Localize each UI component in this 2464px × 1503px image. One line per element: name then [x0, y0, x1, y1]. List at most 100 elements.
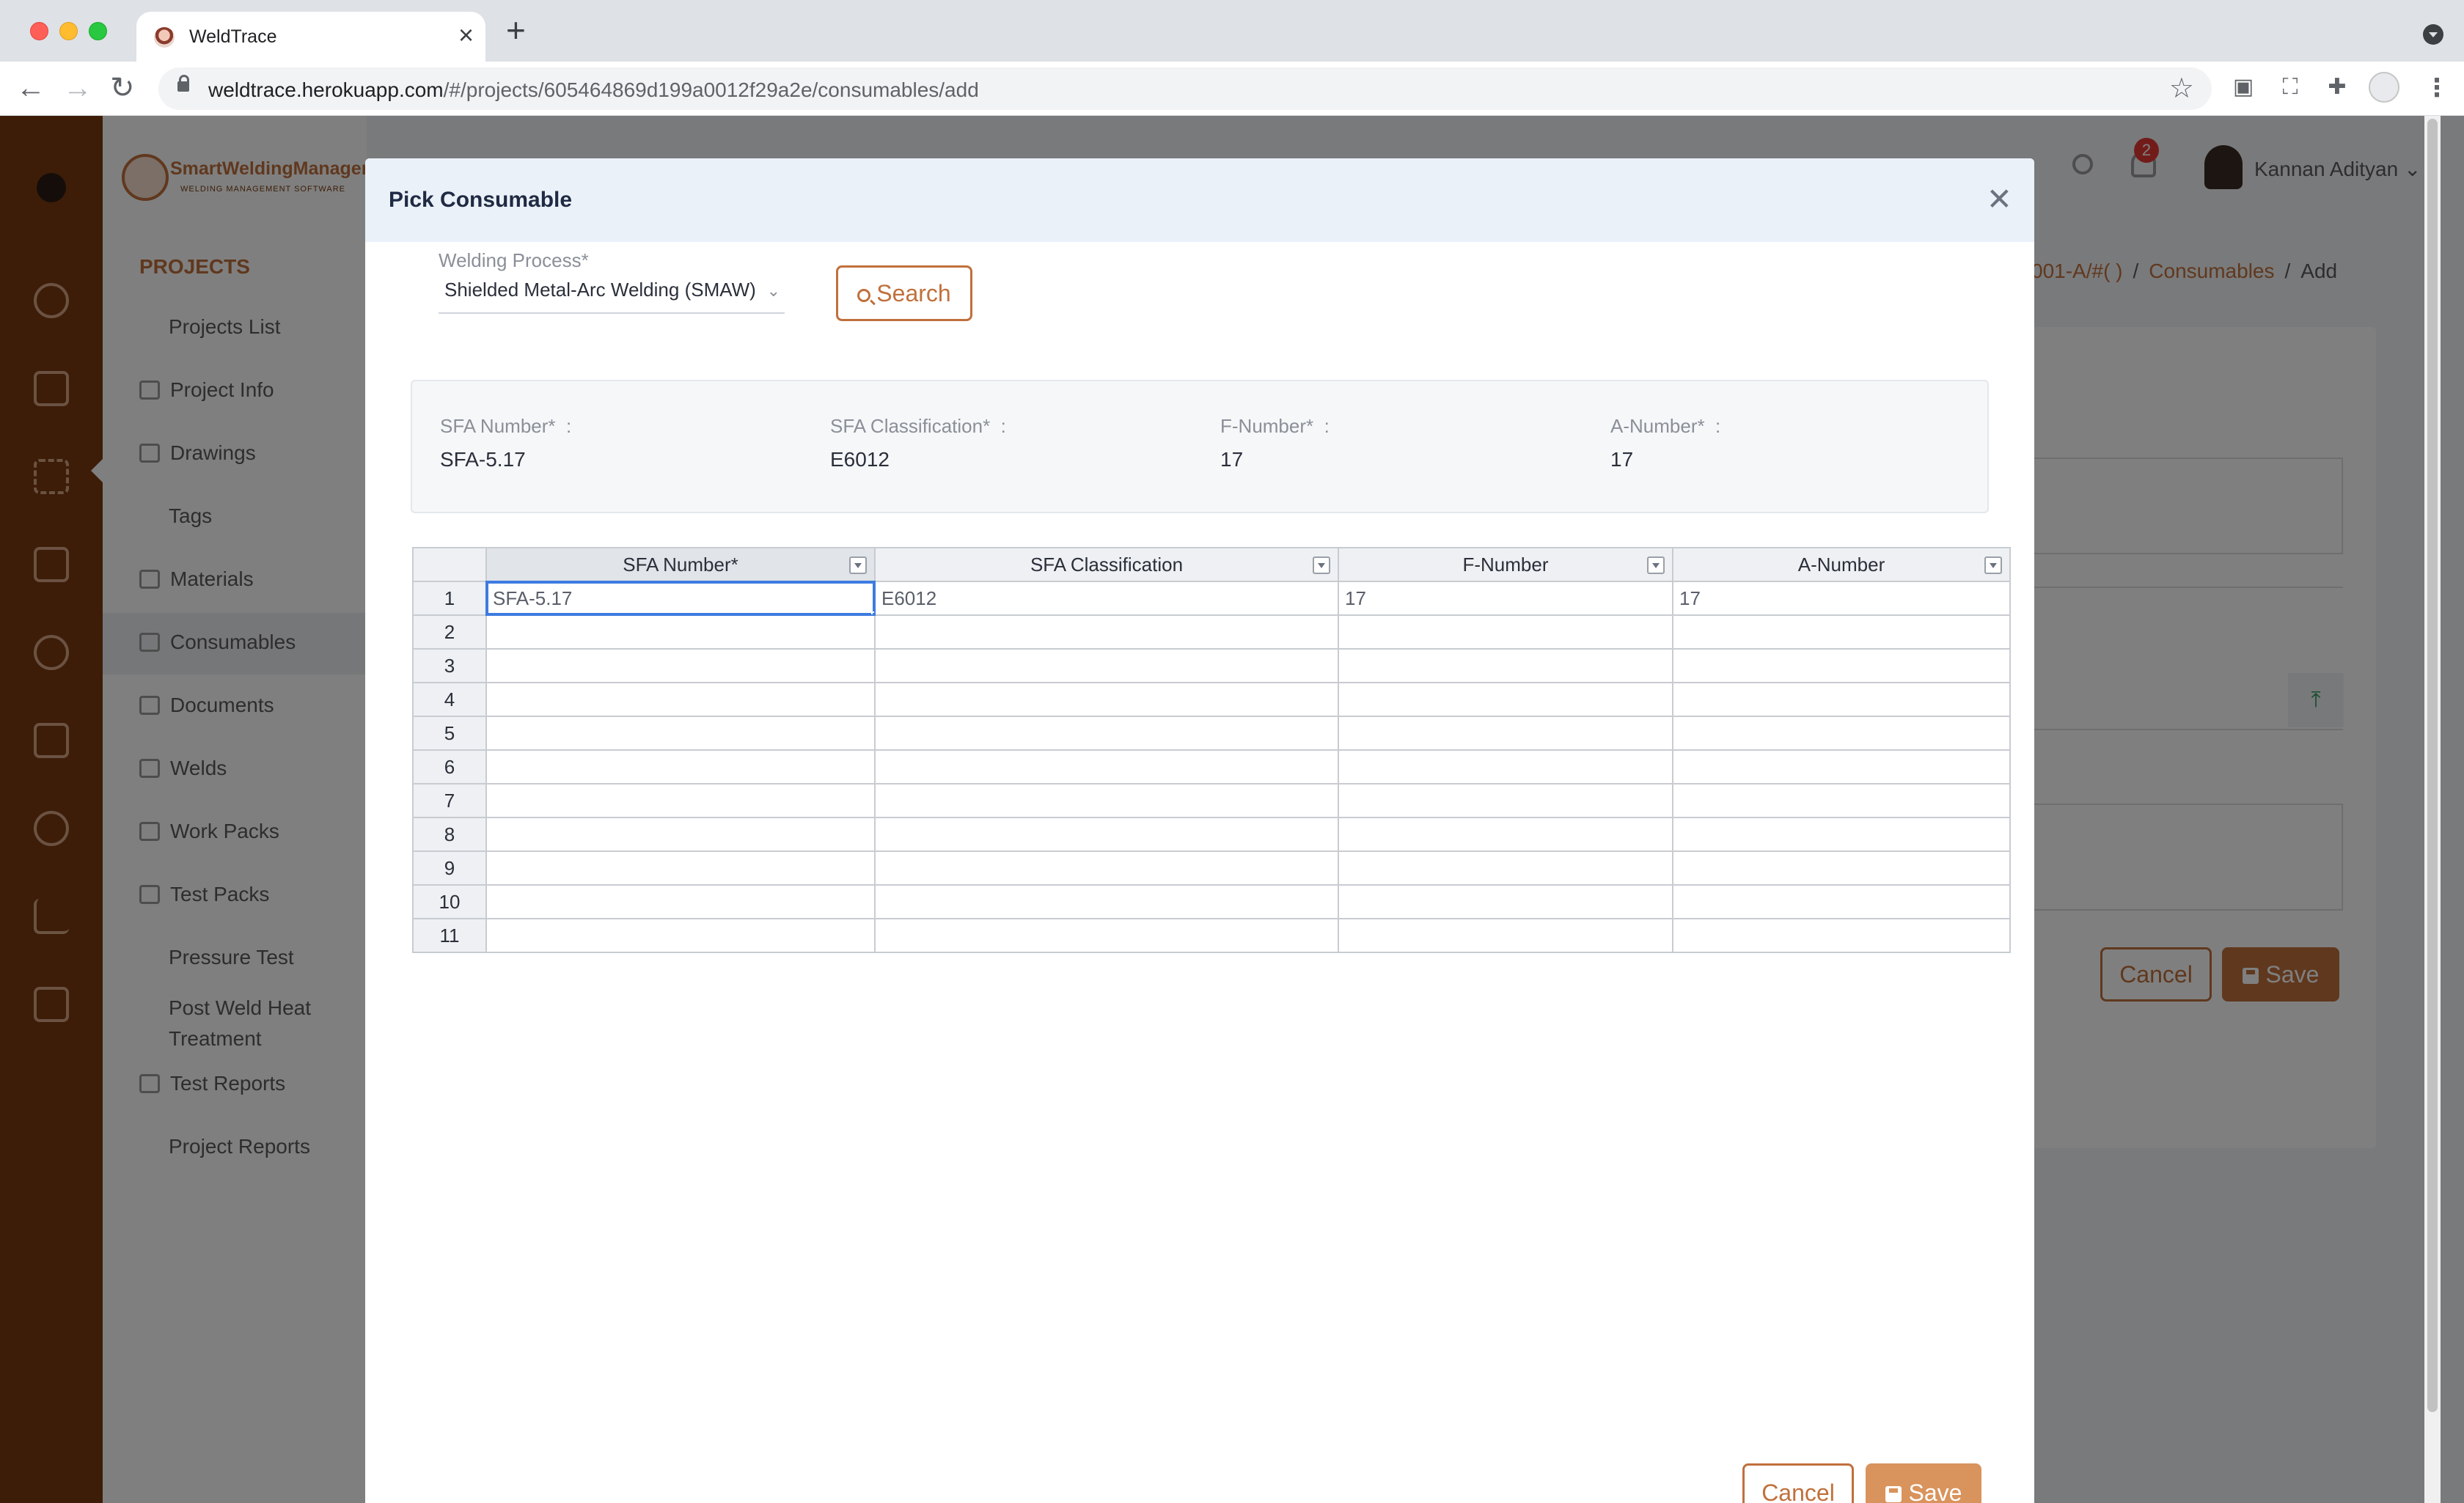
selected-consumable-summary: SFA Number* : SFA-5.17 SFA Classificatio… [411, 380, 1989, 513]
screenshot-extension-icon[interactable]: ⛶ [2278, 75, 2303, 100]
grid-cell[interactable] [1338, 716, 1673, 751]
grid-cell[interactable] [874, 648, 1339, 683]
row-number[interactable]: 11 [412, 918, 487, 953]
grid-cell[interactable] [1338, 783, 1673, 818]
browser-profile-avatar[interactable] [2369, 72, 2399, 103]
column-header-f-number[interactable]: F-Number [1338, 547, 1673, 582]
filter-dropdown-icon[interactable] [1647, 556, 1665, 574]
grid-cell[interactable] [1338, 817, 1673, 852]
tab-search-menu-icon[interactable] [2423, 24, 2443, 45]
grid-cell[interactable] [874, 884, 1339, 919]
grid-cell[interactable]: E6012 [874, 581, 1339, 616]
window-minimize-button[interactable] [59, 22, 78, 40]
grid-cell[interactable] [1672, 716, 2011, 751]
url-text[interactable]: weldtrace.herokuapp.com/#/projects/60546… [208, 78, 979, 102]
grid-cell[interactable]: 17 [1338, 581, 1673, 616]
grid-cell[interactable] [874, 817, 1339, 852]
grid-cell[interactable] [874, 918, 1339, 953]
grid-cell[interactable] [874, 614, 1339, 650]
search-button[interactable]: Search [836, 265, 972, 321]
grid-cell[interactable] [1338, 682, 1673, 717]
page-scrollbar[interactable] [2424, 116, 2441, 1503]
table-row: 2 [412, 614, 2011, 650]
grid-cell[interactable] [1672, 614, 2011, 650]
column-header-sfa-number[interactable]: SFA Number* [485, 547, 876, 582]
row-number[interactable]: 1 [412, 581, 487, 616]
column-header-a-number[interactable]: A-Number [1672, 547, 2011, 582]
grid-cell[interactable] [485, 716, 876, 751]
grid-cell[interactable] [1672, 749, 2011, 784]
puzzle-extensions-icon[interactable]: ✚ [2325, 75, 2350, 100]
bookmark-star-icon[interactable]: ☆ [2169, 72, 2194, 105]
row-number[interactable]: 5 [412, 716, 487, 751]
cancel-button[interactable]: Cancel [1742, 1463, 1854, 1503]
grid-cell[interactable] [874, 682, 1339, 717]
grid-cell[interactable] [1672, 918, 2011, 953]
row-number[interactable]: 2 [412, 614, 487, 650]
row-number[interactable]: 7 [412, 783, 487, 818]
row-number[interactable]: 4 [412, 682, 487, 717]
save-button[interactable]: Save [1866, 1463, 1981, 1503]
filter-dropdown-icon[interactable] [1984, 556, 2002, 574]
grid-cell[interactable] [1672, 682, 2011, 717]
grid-cell[interactable] [1338, 918, 1673, 953]
welding-process-label: Welding Process* [439, 249, 589, 271]
grid-cell[interactable] [485, 918, 876, 953]
grid-cell[interactable] [874, 850, 1339, 886]
scrollbar-thumb[interactable] [2427, 119, 2438, 1412]
fill-handle[interactable] [871, 611, 873, 614]
filter-dropdown-icon[interactable] [849, 556, 867, 574]
modal-header: Pick Consumable ✕ [365, 158, 2034, 242]
grid-cell[interactable] [1338, 884, 1673, 919]
grid-cell[interactable] [874, 783, 1339, 818]
grid-cell[interactable] [485, 817, 876, 852]
row-number[interactable]: 8 [412, 817, 487, 852]
grid-cell[interactable] [1672, 648, 2011, 683]
browser-menu-icon[interactable]: ⋮ [2424, 73, 2449, 103]
row-number[interactable]: 6 [412, 749, 487, 784]
grid-cell[interactable] [1672, 783, 2011, 818]
grid-cell[interactable] [1338, 749, 1673, 784]
grid-cell[interactable] [485, 614, 876, 650]
pick-consumable-modal: Pick Consumable ✕ Welding Process* Shiel… [365, 158, 2034, 1503]
welding-process-value: Shielded Metal-Arc Welding (SMAW) [444, 279, 756, 301]
close-icon[interactable]: ✕ [1987, 183, 2012, 216]
lock-icon[interactable] [177, 75, 189, 92]
column-header-sfa-classification[interactable]: SFA Classification [874, 547, 1339, 582]
grid-cell[interactable] [874, 716, 1339, 751]
browser-tab[interactable]: WeldTrace × [136, 12, 485, 62]
reload-button[interactable]: ↻ [110, 72, 135, 104]
filter-dropdown-icon[interactable] [1313, 556, 1330, 574]
grid-cell[interactable] [485, 783, 876, 818]
grid-cell[interactable] [874, 749, 1339, 784]
grid-corner[interactable] [412, 547, 487, 582]
forward-button[interactable]: → [63, 72, 92, 104]
welding-process-select[interactable]: Shielded Metal-Arc Welding (SMAW) ⌄ [439, 274, 785, 314]
grid-cell[interactable] [1672, 817, 2011, 852]
grid-cell[interactable]: 17 [1672, 581, 2011, 616]
window-close-button[interactable] [30, 22, 48, 40]
grid-cell[interactable] [485, 749, 876, 784]
grid-cell[interactable] [485, 682, 876, 717]
row-number[interactable]: 10 [412, 884, 487, 919]
modal-title: Pick Consumable [389, 188, 573, 212]
back-button[interactable]: ← [16, 72, 45, 104]
grid-cell[interactable] [1672, 850, 2011, 886]
tab-close-icon[interactable]: × [458, 21, 474, 50]
window-zoom-button[interactable] [89, 22, 107, 40]
grid-cell[interactable] [1338, 648, 1673, 683]
address-bar[interactable]: weldtrace.herokuapp.com/#/projects/60546… [158, 67, 2212, 110]
grid-cell[interactable] [1338, 614, 1673, 650]
grid-cell[interactable] [485, 884, 876, 919]
grid-cell[interactable] [1338, 850, 1673, 886]
grid-cell[interactable] [485, 648, 876, 683]
browser-toolbar: ← → ↻ weldtrace.herokuapp.com/#/projects… [0, 62, 2464, 116]
grid-cell-selected[interactable]: SFA-5.17 [485, 581, 876, 616]
row-number[interactable]: 9 [412, 850, 487, 886]
grid-cell[interactable] [1672, 884, 2011, 919]
row-number[interactable]: 3 [412, 648, 487, 683]
new-tab-button[interactable]: + [506, 13, 526, 47]
extension-icon[interactable]: ▣ [2231, 75, 2256, 100]
grid-cell[interactable] [485, 850, 876, 886]
table-row: 7 [412, 783, 2011, 818]
